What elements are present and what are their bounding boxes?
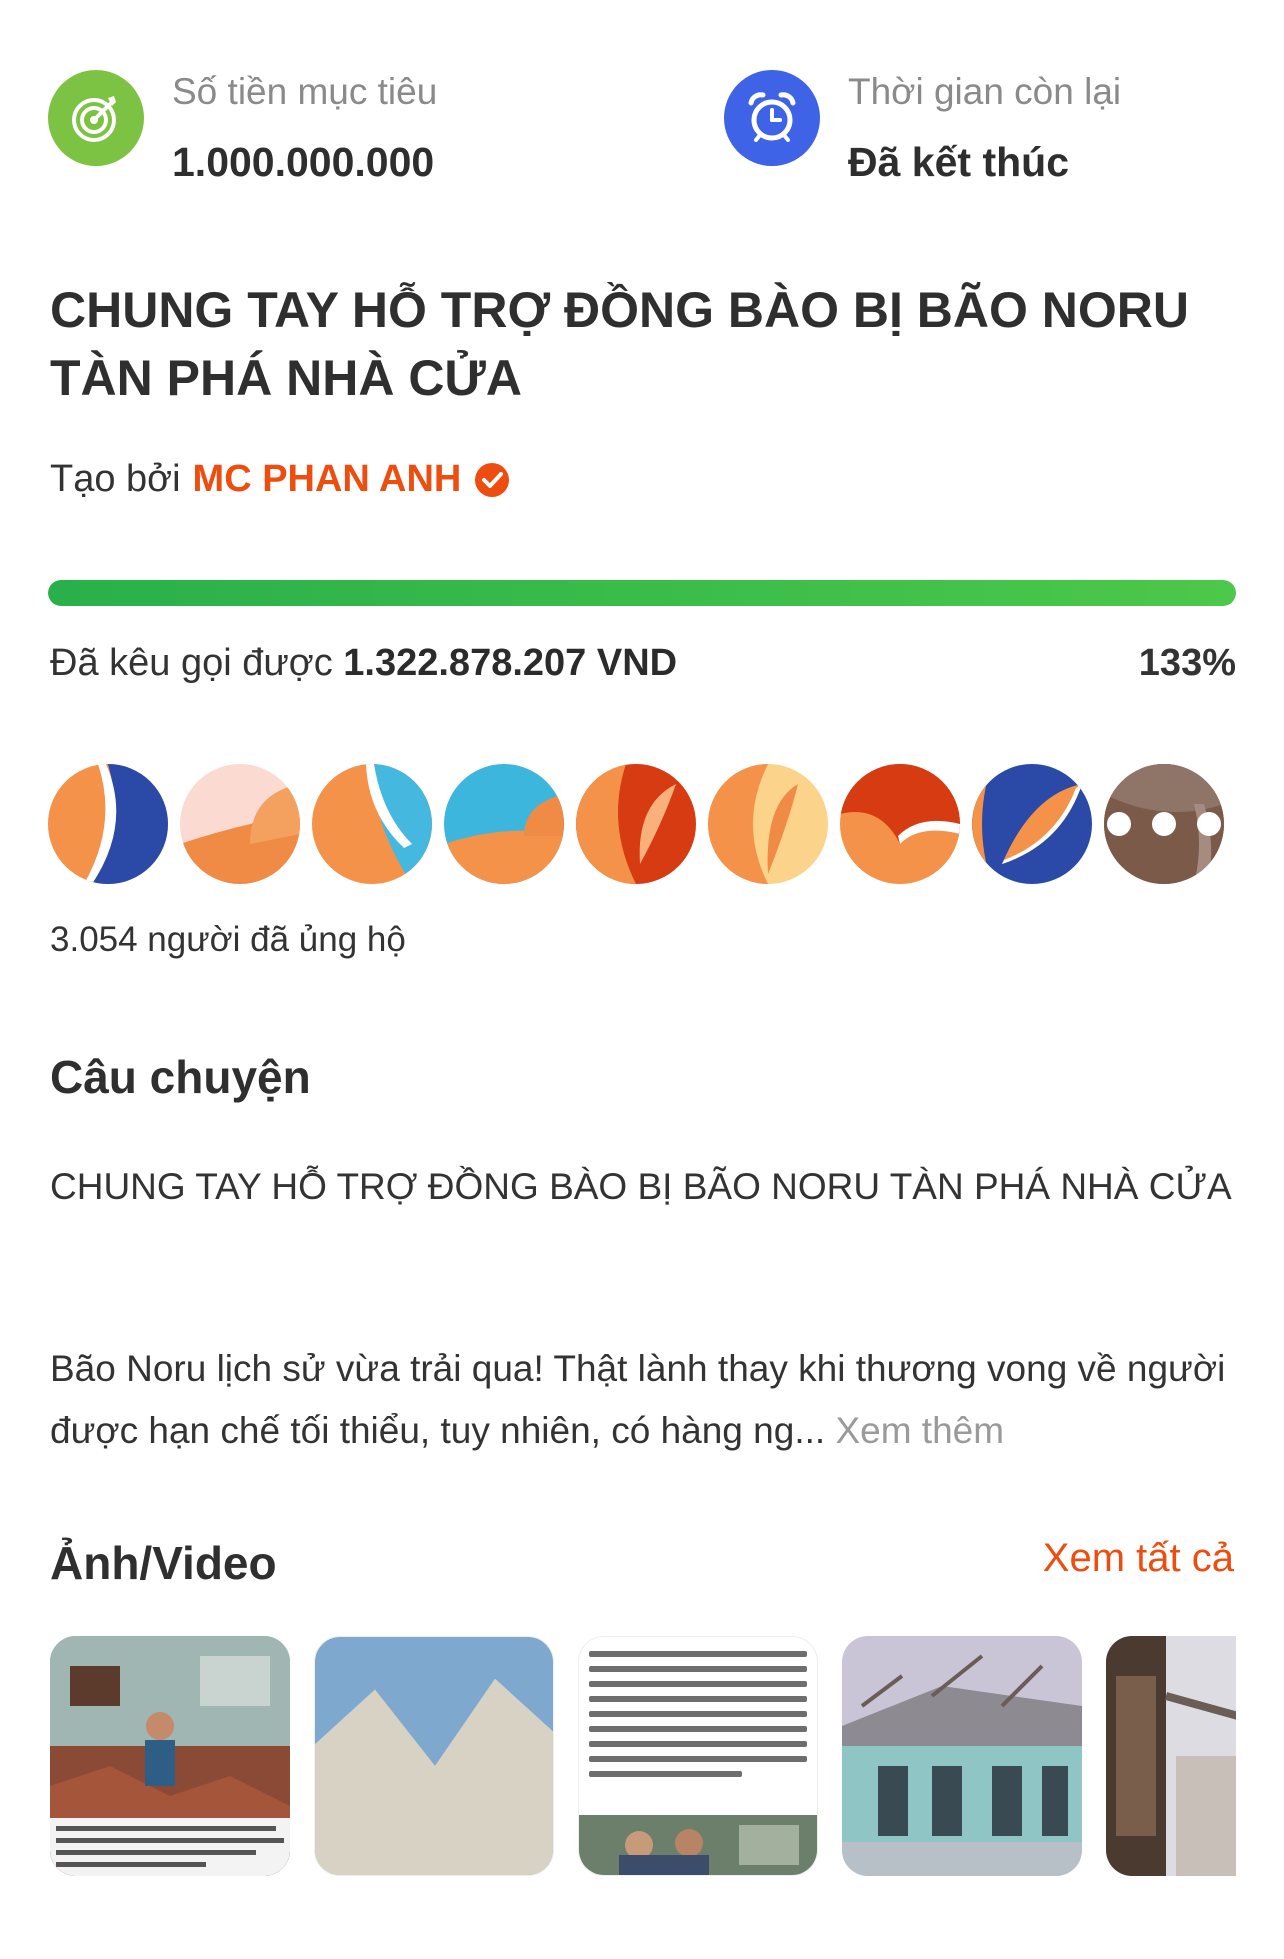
alarm-clock-icon xyxy=(724,70,820,166)
raised-label: Đã kêu gọi được xyxy=(50,642,333,684)
supporter-avatar[interactable] xyxy=(972,764,1092,884)
time-remaining-stat: Thời gian còn lại Đã kết thúc xyxy=(724,70,1121,186)
creator-line: Tạo bởi MC PHAN ANH xyxy=(50,458,511,501)
supporter-avatar[interactable] xyxy=(312,764,432,884)
supporter-avatar[interactable] xyxy=(840,764,960,884)
creator-name-link[interactable]: MC PHAN ANH xyxy=(193,458,462,501)
more-dots-icon xyxy=(1107,812,1221,836)
time-remaining-value: Đã kết thúc xyxy=(848,139,1069,185)
story-heading: Câu chuyện xyxy=(50,1051,311,1103)
see-all-media-link[interactable]: Xem tất cả xyxy=(1043,1536,1234,1581)
media-thumbnail[interactable] xyxy=(842,1636,1082,1876)
campaign-title: CHUNG TAY HỖ TRỢ ĐỒNG BÀO BỊ BÃO NORU TÀ… xyxy=(50,282,1189,406)
progress-percent: 133% xyxy=(1138,642,1236,684)
supporter-avatar[interactable] xyxy=(48,764,168,884)
story-excerpt-text: Bão Noru lịch sử vừa trải qua! Thật lành… xyxy=(50,1348,1226,1451)
verified-check-icon xyxy=(475,462,510,497)
progress-fill xyxy=(48,580,1236,606)
raised-amount: 1.322.878.207 VND xyxy=(343,642,678,684)
more-supporters-button[interactable] xyxy=(1104,764,1224,884)
media-thumbnail[interactable] xyxy=(578,1636,818,1876)
supporter-count: 3.054 người đã ủng hộ xyxy=(50,920,406,959)
media-heading: Ảnh/Video xyxy=(50,1537,277,1589)
supporter-avatar[interactable] xyxy=(708,764,828,884)
fundraising-progress-bar xyxy=(48,580,1236,606)
media-gallery xyxy=(50,1636,1236,1880)
target-label: Số tiền mục tiêu xyxy=(172,71,438,112)
supporter-avatar[interactable] xyxy=(576,764,696,884)
supporter-avatars[interactable] xyxy=(48,764,1236,884)
supporter-avatar[interactable] xyxy=(444,764,564,884)
created-by-label: Tạo bởi xyxy=(50,458,181,500)
media-thumbnail[interactable] xyxy=(1106,1636,1236,1876)
target-value: 1.000.000.000 xyxy=(172,139,435,185)
target-amount-stat: Số tiền mục tiêu 1.000.000.000 xyxy=(48,70,437,186)
raised-summary: Đã kêu gọi được 1.322.878.207 VND 133% xyxy=(50,640,1236,686)
media-thumbnail[interactable] xyxy=(50,1636,290,1876)
media-thumbnail[interactable] xyxy=(314,1636,554,1876)
story-title: CHUNG TAY HỖ TRỢ ĐỒNG BÀO BỊ BÃO NORU TÀ… xyxy=(50,1166,1232,1207)
time-remaining-label: Thời gian còn lại xyxy=(848,71,1122,112)
target-icon xyxy=(48,70,144,166)
read-more-link[interactable]: Xem thêm xyxy=(835,1410,1004,1451)
supporter-avatar[interactable] xyxy=(180,764,300,884)
story-excerpt: Bão Noru lịch sử vừa trải qua! Thật lành… xyxy=(50,1338,1240,1462)
